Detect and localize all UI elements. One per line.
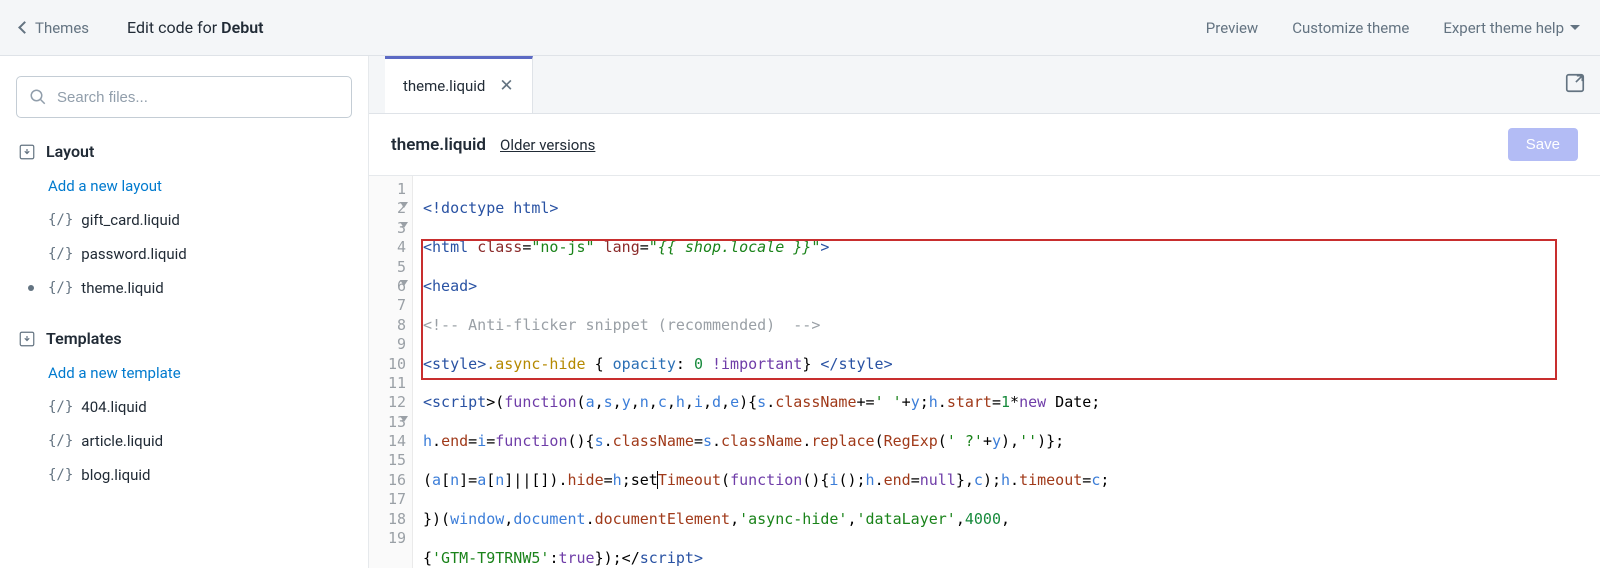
liquid-icon: {/} (48, 467, 73, 483)
back-label: Themes (35, 19, 89, 37)
file-item-article[interactable]: {/} article.liquid (16, 424, 352, 458)
folder-download-icon (18, 330, 36, 348)
topbar: Themes Edit code for Debut Preview Custo… (0, 0, 1600, 56)
topbar-right: Preview Customize theme Expert theme hel… (1206, 19, 1580, 37)
sidebar: Layout Add a new layout {/} gift_card.liq… (0, 56, 368, 568)
file-name: theme.liquid (81, 279, 163, 297)
file-name: gift_card.liquid (81, 211, 180, 229)
topbar-left: Themes Edit code for Debut (20, 18, 264, 37)
line-gutter: 12345678910111213141516171819 (369, 176, 413, 568)
main: Layout Add a new layout {/} gift_card.liq… (0, 56, 1600, 568)
page-title: Edit code for Debut (127, 18, 263, 37)
file-name: 404.liquid (81, 398, 146, 416)
tab-theme-liquid[interactable]: theme.liquid ✕ (385, 56, 533, 113)
liquid-icon: {/} (48, 399, 73, 415)
older-versions-link[interactable]: Older versions (500, 136, 595, 154)
liquid-icon: {/} (48, 246, 73, 262)
file-item-password[interactable]: {/} password.liquid (16, 237, 352, 271)
layout-file-list: Add a new layout {/} gift_card.liquid {/}… (16, 169, 352, 305)
expand-editor-button[interactable] (1564, 72, 1586, 98)
liquid-icon: {/} (48, 212, 73, 228)
liquid-icon: {/} (48, 433, 73, 449)
editor: theme.liquid ✕ theme.liquid Older versio… (368, 56, 1600, 568)
expand-icon (1564, 72, 1586, 94)
search-icon (29, 88, 47, 106)
title-theme-name: Debut (221, 18, 263, 37)
chevron-left-icon (18, 21, 31, 34)
close-icon[interactable]: ✕ (499, 78, 513, 95)
search-input[interactable] (57, 89, 339, 106)
tab-label: theme.liquid (403, 77, 485, 95)
file-item-404[interactable]: {/} 404.liquid (16, 390, 352, 424)
file-name: blog.liquid (81, 466, 150, 484)
customize-theme-link[interactable]: Customize theme (1292, 19, 1409, 37)
file-item-theme[interactable]: {/} theme.liquid (16, 271, 352, 305)
preview-link[interactable]: Preview (1206, 19, 1258, 37)
folder-layout-header[interactable]: Layout (16, 142, 352, 161)
liquid-icon: {/} (48, 280, 73, 296)
back-button[interactable]: Themes (20, 19, 89, 37)
add-layout-link[interactable]: Add a new layout (16, 169, 352, 203)
tabs-row: theme.liquid ✕ (369, 56, 1600, 114)
file-item-blog[interactable]: {/} blog.liquid (16, 458, 352, 492)
file-name: password.liquid (81, 245, 186, 263)
folder-download-icon (18, 143, 36, 161)
file-header-name: theme.liquid (391, 135, 486, 155)
file-header: theme.liquid Older versions Save (369, 114, 1600, 175)
file-name: article.liquid (81, 432, 163, 450)
folder-layout-label: Layout (46, 142, 94, 161)
folder-templates-label: Templates (46, 329, 122, 348)
add-template-link[interactable]: Add a new template (16, 356, 352, 390)
search-input-wrap[interactable] (16, 76, 352, 118)
code-editor[interactable]: 12345678910111213141516171819 <!doctype … (369, 175, 1600, 568)
code-content[interactable]: <!doctype html> <html class="no-js" lang… (413, 176, 1164, 568)
templates-file-list: Add a new template {/} 404.liquid {/} arti… (16, 356, 352, 492)
caret-down-icon (1570, 25, 1580, 30)
file-item-gift-card[interactable]: {/} gift_card.liquid (16, 203, 352, 237)
unsaved-dot-icon (28, 285, 34, 291)
expert-help-dropdown[interactable]: Expert theme help (1443, 19, 1580, 37)
save-button[interactable]: Save (1508, 128, 1578, 161)
folder-templates-header[interactable]: Templates (16, 329, 352, 348)
expert-help-label: Expert theme help (1443, 19, 1564, 37)
title-prefix: Edit code for (127, 18, 221, 37)
